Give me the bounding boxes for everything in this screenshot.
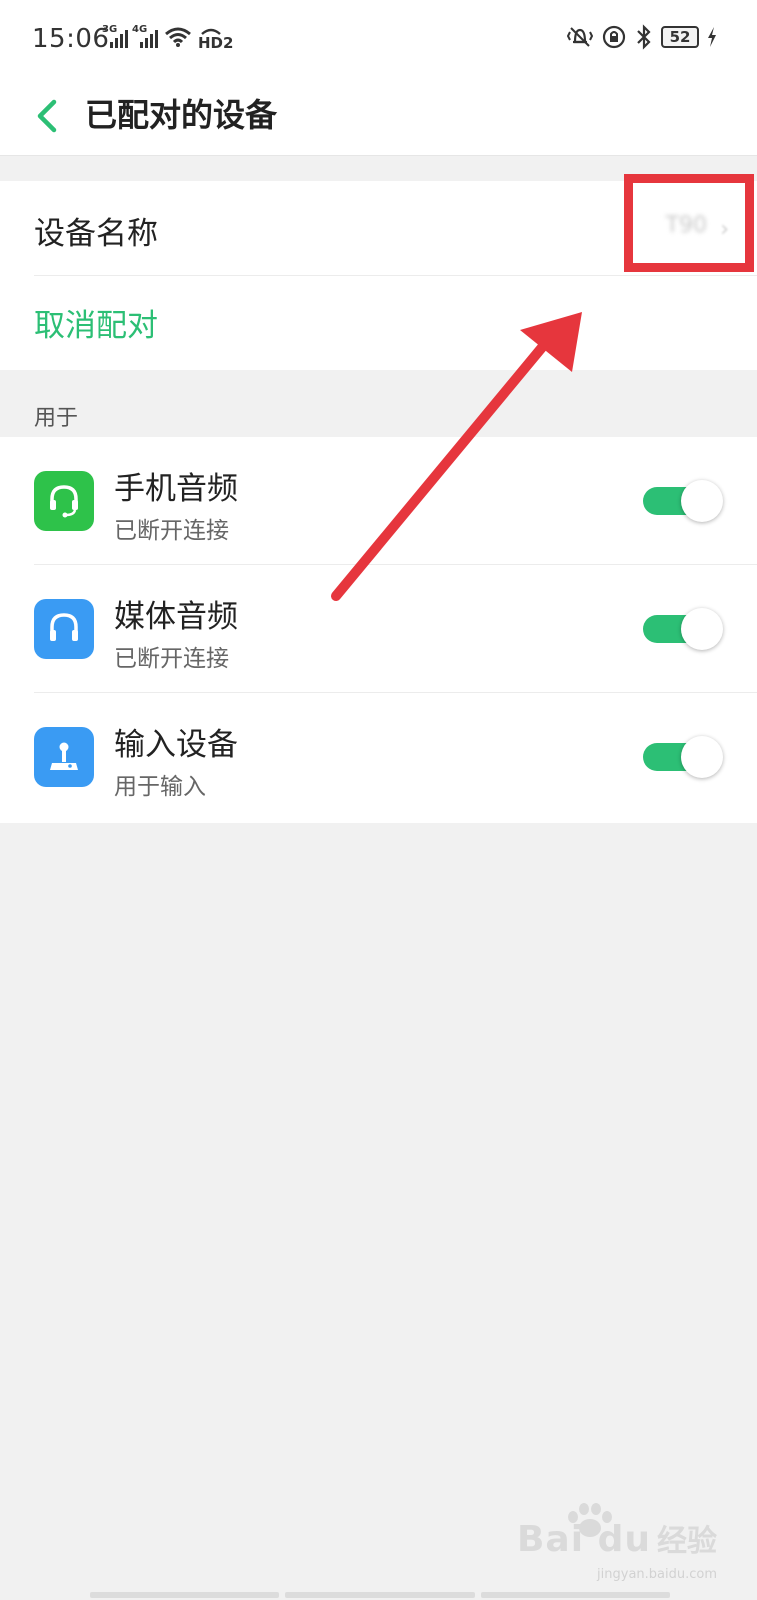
baidu-jingyan-watermark: Bai du 经验 jingyan.baidu.com xyxy=(517,1503,717,1582)
back-arrow-icon[interactable] xyxy=(28,88,68,144)
app-header: 已配对的设备 xyxy=(0,78,757,156)
unpair-button[interactable]: 取消配对 xyxy=(34,300,158,345)
bluetooth-icon xyxy=(637,24,651,50)
profile-item-media-audio[interactable]: 媒体音频 已断开连接 xyxy=(0,565,757,693)
status-time: 15:06 xyxy=(32,24,110,54)
hd-voice-icon: HD2 xyxy=(198,26,236,52)
device-name-label: 设备名称 xyxy=(34,216,158,252)
input-device-toggle[interactable] xyxy=(639,735,723,778)
wifi-icon xyxy=(165,27,191,47)
profile-title: 输入设备 xyxy=(114,727,238,763)
phone-audio-toggle[interactable] xyxy=(639,479,723,522)
profile-status: 用于输入 xyxy=(114,774,206,800)
paw-icon xyxy=(568,1503,612,1537)
watermark-text: 经验 xyxy=(657,1524,717,1559)
page-title: 已配对的设备 xyxy=(85,96,278,134)
watermark-url: jingyan.baidu.com xyxy=(597,1567,717,1582)
battery-indicator: 52 xyxy=(661,26,699,48)
profile-status: 已断开连接 xyxy=(114,646,229,672)
annotation-highlight-box xyxy=(624,174,754,272)
profile-title: 媒体音频 xyxy=(114,599,238,635)
media-audio-toggle[interactable] xyxy=(639,607,723,650)
profile-item-input-device[interactable]: 输入设备 用于输入 xyxy=(0,693,757,821)
divider xyxy=(34,275,757,276)
headphones-icon xyxy=(34,599,94,659)
profile-status: 已断开连接 xyxy=(114,518,229,544)
joystick-icon xyxy=(34,727,94,787)
lock-rotation-icon xyxy=(602,25,626,49)
status-bar: 15:06 3G 4G HD2 52 xyxy=(0,0,757,78)
section-label: 用于 xyxy=(34,406,79,431)
vibrate-icon xyxy=(567,27,593,47)
profile-title: 手机音频 xyxy=(114,471,238,507)
charging-icon xyxy=(708,27,716,47)
profile-item-phone-audio[interactable]: 手机音频 已断开连接 xyxy=(0,437,757,565)
profiles-card: 手机音频 已断开连接 媒体音频 已断开连接 输入设备 用于输入 xyxy=(0,437,757,823)
bottom-navigation-hint xyxy=(90,1592,670,1598)
headset-mic-icon xyxy=(34,471,94,531)
